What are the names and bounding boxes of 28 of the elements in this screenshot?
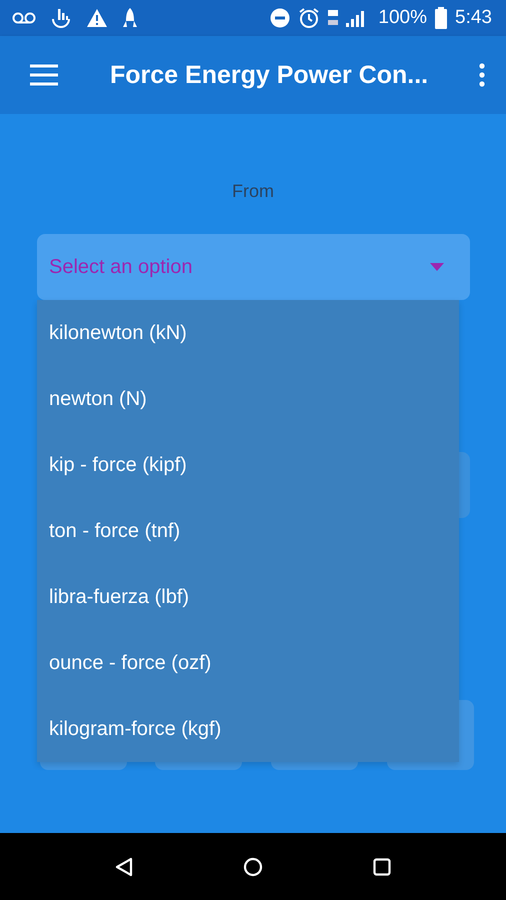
recents-button[interactable] <box>373 858 391 876</box>
back-icon <box>115 856 133 876</box>
menu-item[interactable]: kilogram-force (kgf) <box>37 696 459 762</box>
menu-item[interactable]: kip - force (kipf) <box>37 432 459 498</box>
battery-icon <box>435 7 448 29</box>
home-button[interactable] <box>243 856 263 876</box>
clock: 5:43 <box>455 7 492 29</box>
warning-icon <box>86 8 108 28</box>
do-not-disturb-icon <box>270 8 290 28</box>
battery-level: 100% <box>378 7 428 29</box>
menu-item[interactable]: ton - force (tnf) <box>37 498 459 564</box>
menu-item[interactable]: ounce - force (ozf) <box>37 630 459 696</box>
caret-icon <box>430 263 444 271</box>
home-icon <box>243 856 263 876</box>
rocket-icon <box>122 7 138 29</box>
from-select[interactable]: Select an option <box>37 234 470 300</box>
app-title: Force Energy Power Con... <box>110 60 430 90</box>
voicemail-icon <box>12 11 36 25</box>
alarm-icon <box>298 7 320 29</box>
more-icon <box>478 63 486 87</box>
menu-item[interactable]: kilonewton (kN) <box>37 300 459 366</box>
back-button[interactable] <box>115 856 133 876</box>
menu-icon <box>30 64 58 86</box>
from-label: From <box>232 181 274 201</box>
menu-item[interactable]: newton (N) <box>37 366 459 432</box>
recents-icon <box>373 858 391 876</box>
hand-icon <box>50 7 72 29</box>
menu-item[interactable]: libra-fuerza (lbf) <box>37 564 459 630</box>
